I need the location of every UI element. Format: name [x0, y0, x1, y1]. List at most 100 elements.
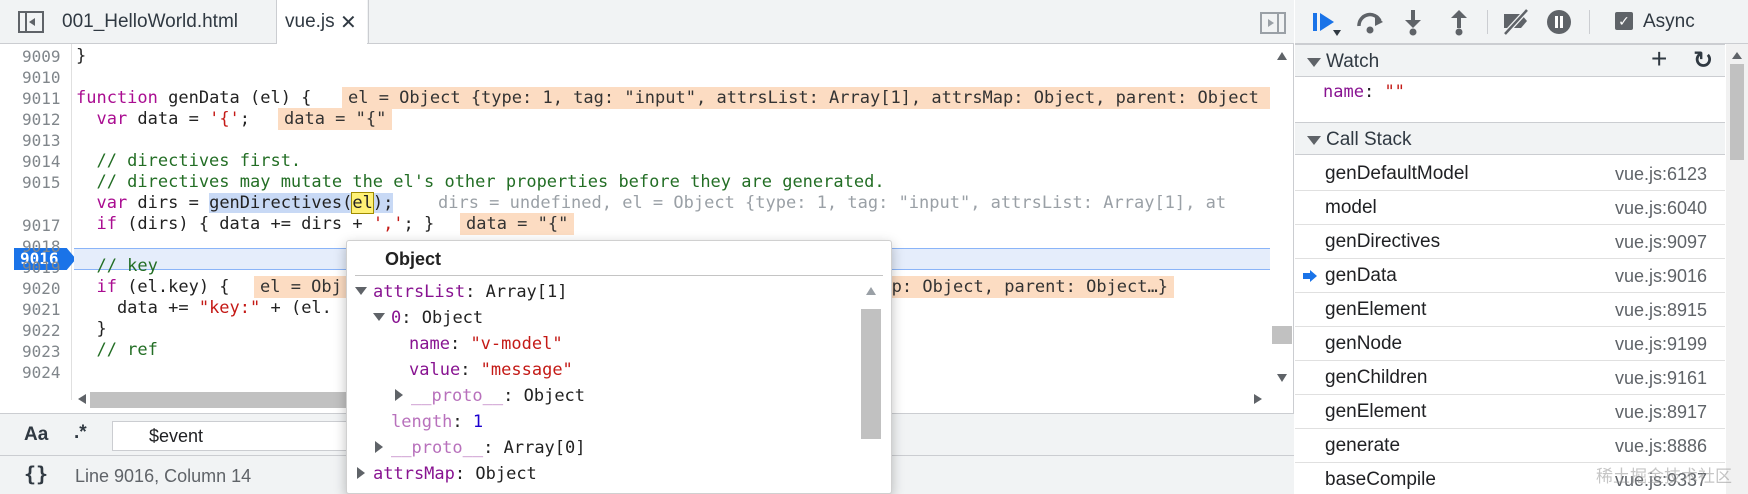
resume-icon: [1313, 13, 1317, 31]
step-over-icon: [1357, 12, 1383, 34]
call-frame[interactable]: genNode vue.js:9199: [1295, 327, 1725, 361]
line-number[interactable]: 9012: [22, 108, 66, 131]
expanded-arrow-icon[interactable]: [1307, 58, 1321, 67]
call-frame[interactable]: genElement vue.js:8915: [1295, 293, 1725, 327]
expanded-arrow-icon[interactable]: [1307, 136, 1321, 145]
regex-button[interactable]: .*: [74, 422, 87, 444]
watch-expression[interactable]: name: "": [1323, 82, 1405, 102]
scroll-thumb[interactable]: [90, 392, 390, 408]
tab-label: vue.js: [285, 11, 335, 32]
tree-node-length[interactable]: length: 1: [391, 409, 483, 435]
tree-node-proto[interactable]: __proto__: Object: [395, 383, 585, 409]
call-frame[interactable]: genDefaultModel vue.js:6123: [1295, 157, 1725, 191]
expanded-arrow-icon[interactable]: [373, 313, 385, 321]
line-number[interactable]: 9011: [22, 87, 66, 110]
inline-value-el: el = Obj: [254, 276, 348, 298]
chevron-down-icon[interactable]: [1333, 30, 1341, 36]
async-label: Async: [1643, 11, 1695, 32]
resume-button[interactable]: [1311, 8, 1341, 36]
close-tab-icon[interactable]: ✕: [340, 10, 357, 35]
code-line: if (dirs) { data += dirs + ','; }: [76, 214, 435, 234]
scroll-thumb[interactable]: [1272, 326, 1292, 344]
tab-helloworld-html[interactable]: 001_HelloWorld.html: [62, 0, 238, 44]
inline-value-data: data = "{": [460, 213, 575, 235]
editor-vertical-scrollbar[interactable]: [1272, 44, 1292, 400]
scroll-left-icon[interactable]: [78, 394, 86, 404]
code-line-current: var dirs = genDirectives(el);: [76, 192, 394, 214]
step-out-icon: [1451, 10, 1467, 36]
deactivate-breakpoints-button[interactable]: [1501, 8, 1529, 36]
line-number-gutter: 9009 9010 9011 9012 9013 9014 9015 9016 …: [0, 44, 76, 400]
line-number[interactable]: 9017: [22, 214, 66, 237]
editor-tab-bar: 001_HelloWorld.html vue.js ✕: [0, 0, 1294, 45]
tree-node-attrsmap[interactable]: attrsMap: Object: [357, 461, 537, 487]
line-number[interactable]: 9010: [22, 66, 66, 89]
pretty-print-button[interactable]: {}: [24, 462, 48, 486]
call-frame[interactable]: genElement vue.js:8917: [1295, 395, 1725, 429]
scroll-up-icon[interactable]: [1732, 52, 1742, 59]
collapsed-arrow-icon[interactable]: [357, 467, 365, 479]
scroll-thumb[interactable]: [861, 309, 881, 439]
sidebar-scrollbar[interactable]: [1726, 44, 1748, 494]
watch-section-header[interactable]: Watch + ↻: [1295, 43, 1725, 77]
inline-value-dirs: dirs = undefined, el = Object {type: 1, …: [438, 193, 1227, 213]
call-frame[interactable]: genChildren vue.js:9161: [1295, 361, 1725, 395]
tree-node-attrslist[interactable]: attrsList: Array[1]: [355, 279, 568, 305]
call-stack-section-header[interactable]: Call Stack: [1295, 122, 1725, 155]
scroll-up-icon[interactable]: [1277, 52, 1287, 60]
expanded-arrow-icon[interactable]: [355, 287, 367, 295]
scroll-thumb[interactable]: [1730, 64, 1744, 160]
pause-on-exceptions-button[interactable]: [1545, 8, 1573, 36]
collapsed-arrow-icon[interactable]: [395, 389, 403, 401]
line-number[interactable]: 9019: [22, 256, 66, 279]
code-line: data += "key:" + (el.: [76, 298, 332, 318]
line-number[interactable]: 9020: [22, 277, 66, 300]
tree-node-value[interactable]: value: "message": [409, 357, 573, 383]
toggle-navigator-icon[interactable]: [18, 11, 44, 33]
code-comment: // directives may mutate the el's other …: [76, 172, 885, 192]
add-watch-icon[interactable]: +: [1651, 43, 1667, 75]
tree-node-name[interactable]: name: "v-model": [409, 331, 563, 357]
step-out-button[interactable]: [1445, 8, 1473, 36]
code-comment: // key: [76, 256, 158, 276]
watch-title: Watch: [1326, 51, 1380, 72]
call-frame[interactable]: genDirectives vue.js:9097: [1295, 225, 1725, 259]
code-line: }: [76, 46, 87, 66]
call-frame-current[interactable]: genData vue.js:9016: [1295, 259, 1725, 293]
object-preview-popover: Object attrsList: Array[1] 0: Object nam…: [346, 240, 892, 494]
popover-divider: [355, 275, 883, 276]
pause-on-exceptions-icon: [1547, 10, 1571, 34]
call-stack-title: Call Stack: [1326, 129, 1412, 150]
refresh-watch-icon[interactable]: ↻: [1693, 46, 1713, 75]
code-line: var data = '{';: [76, 109, 251, 129]
call-frame[interactable]: model vue.js:6040: [1295, 191, 1725, 225]
search-input[interactable]: $event: [112, 421, 372, 451]
scroll-up-icon[interactable]: [866, 287, 876, 295]
tree-node-proto[interactable]: __proto__: Array[0]: [375, 435, 586, 461]
line-number[interactable]: 9015: [22, 171, 66, 194]
scroll-down-icon[interactable]: [1277, 374, 1287, 382]
line-number[interactable]: 9014: [22, 150, 66, 173]
line-number[interactable]: 9013: [22, 129, 66, 152]
async-checkbox[interactable]: ✓: [1615, 12, 1633, 30]
line-number[interactable]: 9021: [22, 298, 66, 321]
line-number[interactable]: 9018: [22, 235, 66, 258]
collapsed-arrow-icon[interactable]: [375, 441, 383, 453]
code-line: function genData (el) {: [76, 88, 312, 108]
step-over-button[interactable]: [1355, 8, 1383, 36]
inline-value-data: data = "{": [278, 108, 393, 130]
toggle-debugger-sidebar-icon[interactable]: [1260, 12, 1286, 34]
call-frame[interactable]: generate vue.js:8886: [1295, 429, 1725, 463]
scroll-right-icon[interactable]: [1254, 394, 1262, 404]
current-frame-arrow-icon: [1303, 270, 1317, 282]
match-case-button[interactable]: Aa: [24, 424, 48, 446]
line-number[interactable]: 9024: [22, 361, 66, 384]
step-into-button[interactable]: [1399, 8, 1427, 36]
line-number[interactable]: 9009: [22, 45, 66, 68]
popover-scrollbar[interactable]: [861, 279, 881, 493]
line-number[interactable]: 9022: [22, 319, 66, 342]
line-number[interactable]: 9023: [22, 340, 66, 363]
tree-node-item-0[interactable]: 0: Object: [373, 305, 483, 331]
deactivate-breakpoints-icon: [1503, 8, 1529, 36]
code-comment: // directives first.: [76, 151, 302, 171]
